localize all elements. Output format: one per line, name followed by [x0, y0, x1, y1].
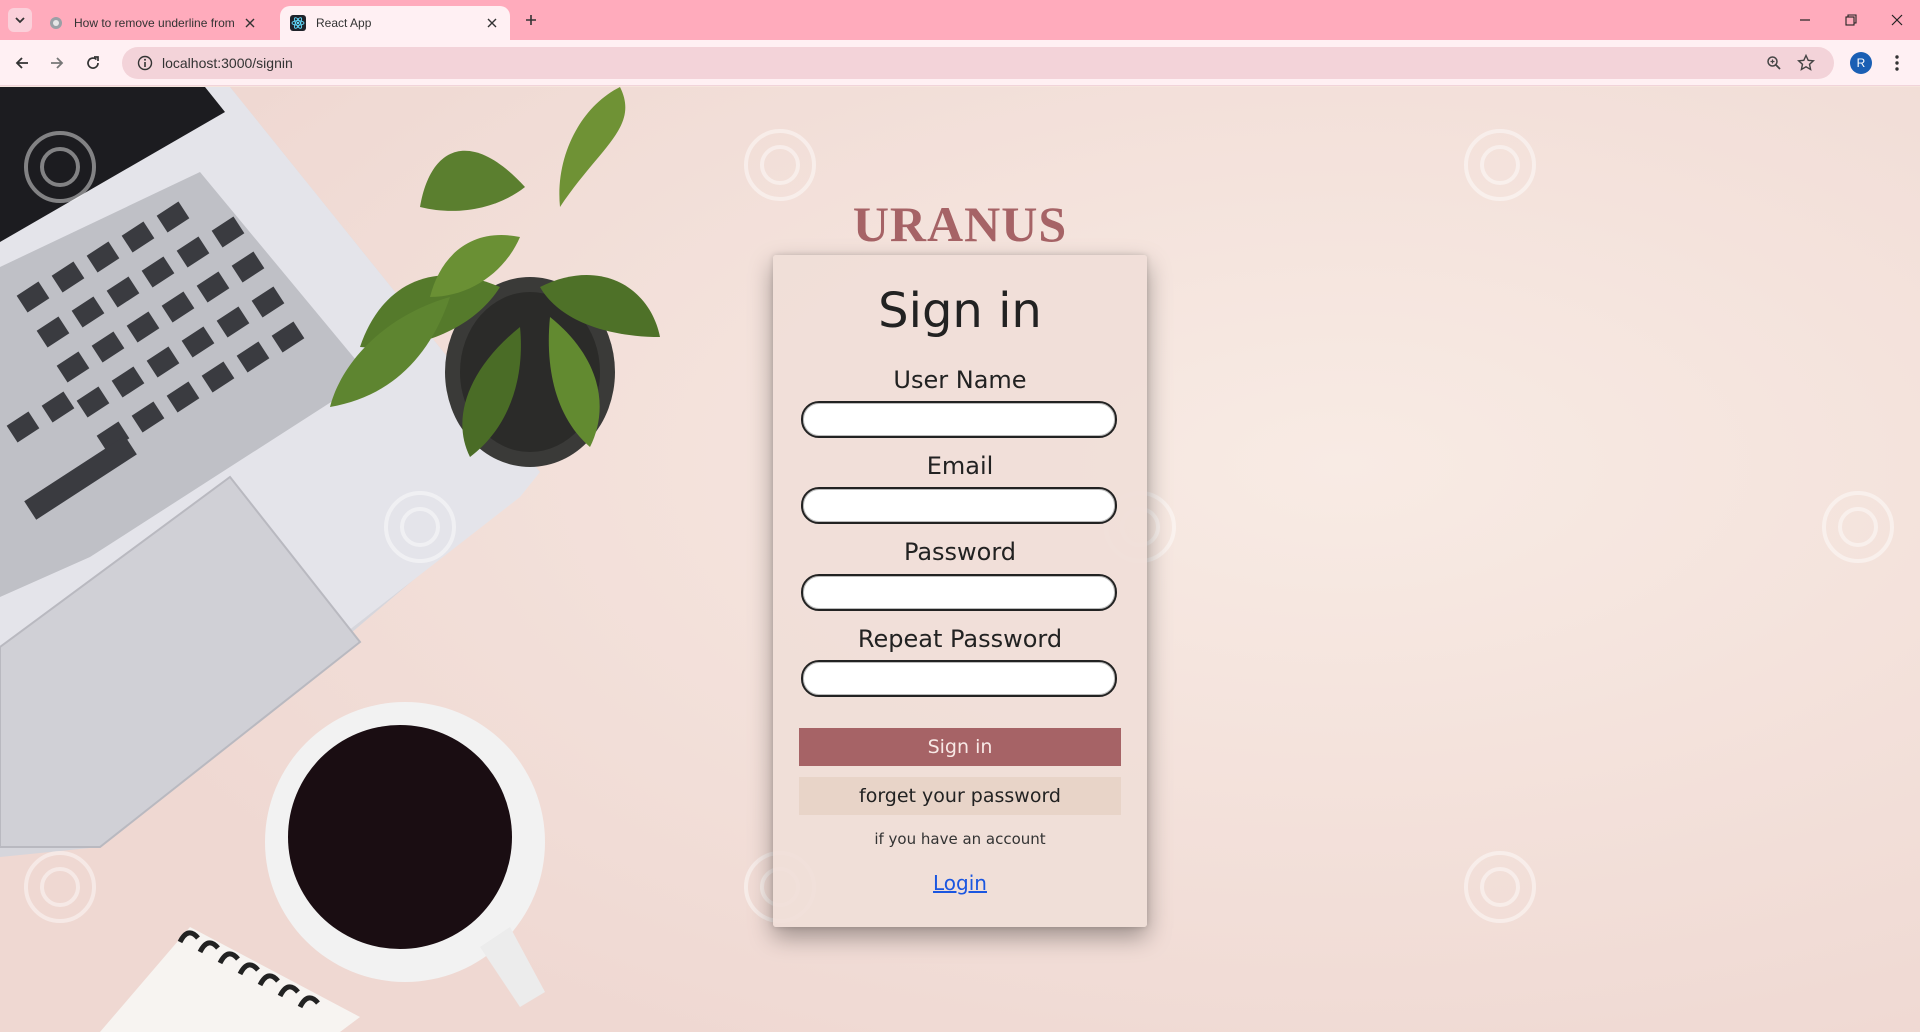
- close-window-button[interactable]: [1874, 0, 1920, 40]
- card-title: Sign in: [878, 283, 1042, 339]
- repeat-password-input[interactable]: [801, 660, 1117, 697]
- email-label: Email: [926, 452, 994, 480]
- forward-button[interactable]: [44, 50, 70, 76]
- react-icon: [290, 15, 306, 31]
- restore-icon: [1845, 14, 1857, 26]
- reload-button[interactable]: [80, 50, 106, 76]
- arrow-left-icon: [15, 57, 28, 69]
- back-button[interactable]: [9, 50, 35, 76]
- browser-toolbar: localhost:3000/signin R: [0, 40, 1920, 86]
- tab-search-button[interactable]: [8, 8, 32, 32]
- tab-inactive[interactable]: How to remove underline from: [38, 6, 268, 40]
- profile-avatar[interactable]: R: [1850, 52, 1872, 74]
- username-input[interactable]: [801, 401, 1117, 438]
- site-info-icon[interactable]: [130, 55, 160, 71]
- tab-active[interactable]: React App: [280, 6, 510, 40]
- repeat-password-label: Repeat Password: [857, 625, 1063, 653]
- tab-title: How to remove underline from: [74, 16, 235, 30]
- close-icon[interactable]: [242, 15, 258, 31]
- browser-menu-button[interactable]: [1884, 50, 1910, 76]
- password-label: Password: [903, 538, 1017, 566]
- reload-icon: [87, 56, 99, 69]
- page-viewport: URANUS Sign in User Name Email Password …: [0, 87, 1920, 1032]
- close-icon[interactable]: [484, 15, 500, 31]
- url-text[interactable]: localhost:3000/signin: [162, 55, 293, 71]
- new-tab-button[interactable]: [520, 9, 542, 31]
- brand-logo-text: URANUS: [852, 196, 1068, 252]
- close-icon: [1891, 14, 1903, 26]
- login-link[interactable]: Login: [773, 871, 1147, 895]
- password-input[interactable]: [801, 574, 1117, 611]
- address-bar[interactable]: localhost:3000/signin: [122, 47, 1834, 79]
- tab-bar: How to remove underline from React App: [0, 0, 1920, 40]
- email-input[interactable]: [801, 487, 1117, 524]
- minimize-button[interactable]: [1782, 0, 1828, 40]
- username-label: User Name: [893, 366, 1027, 394]
- signin-button[interactable]: Sign in: [799, 728, 1121, 766]
- arrow-right-icon: [51, 57, 64, 69]
- tab-title: React App: [316, 16, 372, 30]
- more-vertical-icon: [1895, 55, 1899, 71]
- chevron-down-icon: [15, 17, 25, 24]
- restore-button[interactable]: [1828, 0, 1874, 40]
- plus-icon: [526, 15, 536, 25]
- signin-card: Sign in User Name Email Password Repeat …: [773, 255, 1147, 927]
- minimize-icon: [1800, 19, 1810, 21]
- zoom-icon[interactable]: [1762, 51, 1786, 75]
- account-prompt-text: if you have an account: [874, 830, 1046, 848]
- bookmark-star-icon[interactable]: [1794, 51, 1818, 75]
- globe-icon: [48, 15, 64, 31]
- forget-password-button[interactable]: forget your password: [799, 777, 1121, 815]
